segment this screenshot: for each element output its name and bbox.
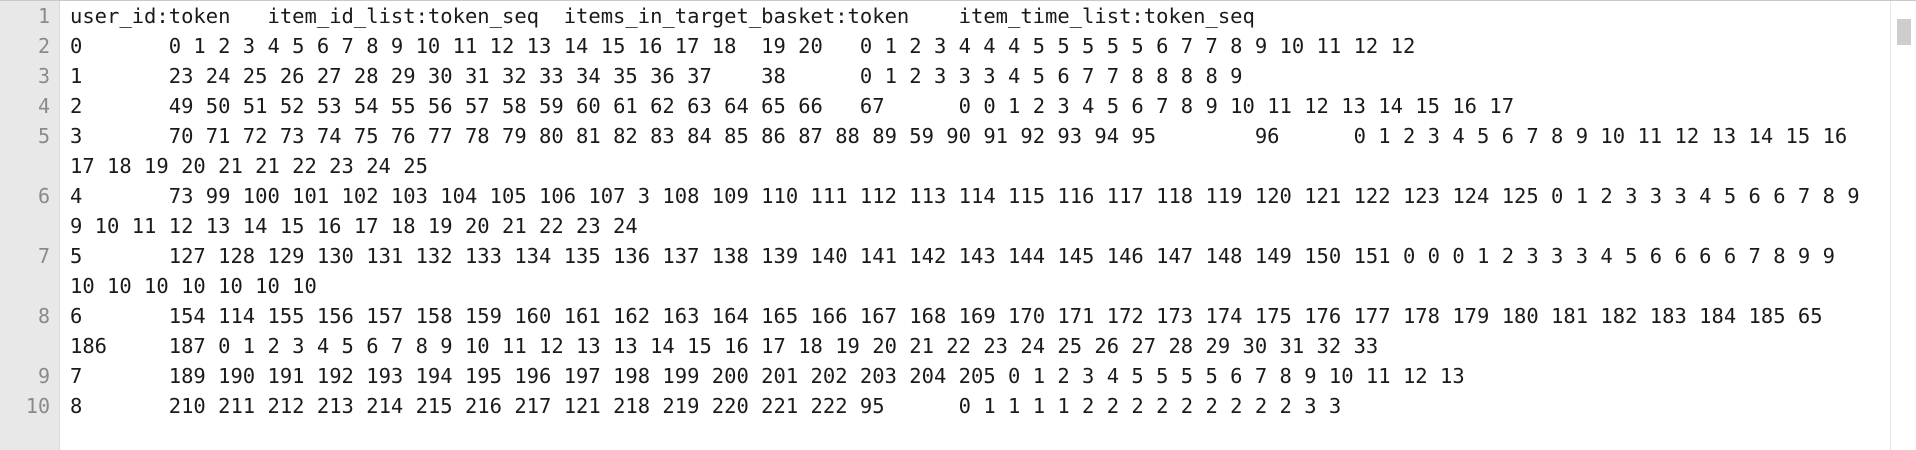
line-number: 7 xyxy=(37,244,50,268)
text-line: 7 5 127 128 129 130 131 132 133 134 135 … xyxy=(0,241,1890,301)
text-line: 6 4 73 99 100 101 102 103 104 105 106 10… xyxy=(0,181,1890,241)
line-number: 5 xyxy=(37,124,50,148)
line-number: 10 xyxy=(25,394,50,418)
line-number: 1 xyxy=(37,4,50,28)
line-number: 4 xyxy=(37,94,50,118)
line-content[interactable]: 6 154 114 155 156 157 158 159 160 161 16… xyxy=(60,301,1870,361)
text-line: 3 1 23 24 25 26 27 28 29 30 31 32 33 34 … xyxy=(0,61,1890,91)
line-number: 3 xyxy=(37,64,50,88)
line-content[interactable]: 1 23 24 25 26 27 28 29 30 31 32 33 34 35… xyxy=(60,61,1870,91)
line-number: 9 xyxy=(37,364,50,388)
line-content[interactable]: 4 73 99 100 101 102 103 104 105 106 107 … xyxy=(60,181,1870,241)
line-content[interactable]: 0 0 1 2 3 4 5 6 7 8 9 10 11 12 13 14 15 … xyxy=(60,31,1870,61)
line-number: 2 xyxy=(37,34,50,58)
line-number: 8 xyxy=(37,304,50,328)
vertical-scrollbar[interactable] xyxy=(1890,1,1916,450)
text-line: 1 user_id:token item_id_list:token_seq i… xyxy=(0,1,1890,31)
text-line: 4 2 49 50 51 52 53 54 55 56 57 58 59 60 … xyxy=(0,91,1890,121)
line-content[interactable]: 7 189 190 191 192 193 194 195 196 197 19… xyxy=(60,361,1870,391)
line-content[interactable]: user_id:token item_id_list:token_seq ite… xyxy=(60,1,1870,31)
text-line: 5 3 70 71 72 73 74 75 76 77 78 79 80 81 … xyxy=(0,121,1890,181)
scrollbar-thumb[interactable] xyxy=(1897,19,1911,45)
line-content[interactable]: 2 49 50 51 52 53 54 55 56 57 58 59 60 61… xyxy=(60,91,1870,121)
text-line: 9 7 189 190 191 192 193 194 195 196 197 … xyxy=(0,361,1890,391)
line-content[interactable]: 8 210 211 212 213 214 215 216 217 121 21… xyxy=(60,391,1870,421)
line-content[interactable]: 5 127 128 129 130 131 132 133 134 135 13… xyxy=(60,241,1870,301)
line-number: 6 xyxy=(37,184,50,208)
text-line: 10 8 210 211 212 213 214 215 216 217 121… xyxy=(0,391,1890,421)
text-area[interactable]: 1 user_id:token item_id_list:token_seq i… xyxy=(0,1,1890,450)
text-line: 2 0 0 1 2 3 4 5 6 7 8 9 10 11 12 13 14 1… xyxy=(0,31,1890,61)
line-content[interactable]: 3 70 71 72 73 74 75 76 77 78 79 80 81 82… xyxy=(60,121,1870,181)
text-line: 8 6 154 114 155 156 157 158 159 160 161 … xyxy=(0,301,1890,361)
text-editor-window: 1 user_id:token item_id_list:token_seq i… xyxy=(0,0,1916,450)
